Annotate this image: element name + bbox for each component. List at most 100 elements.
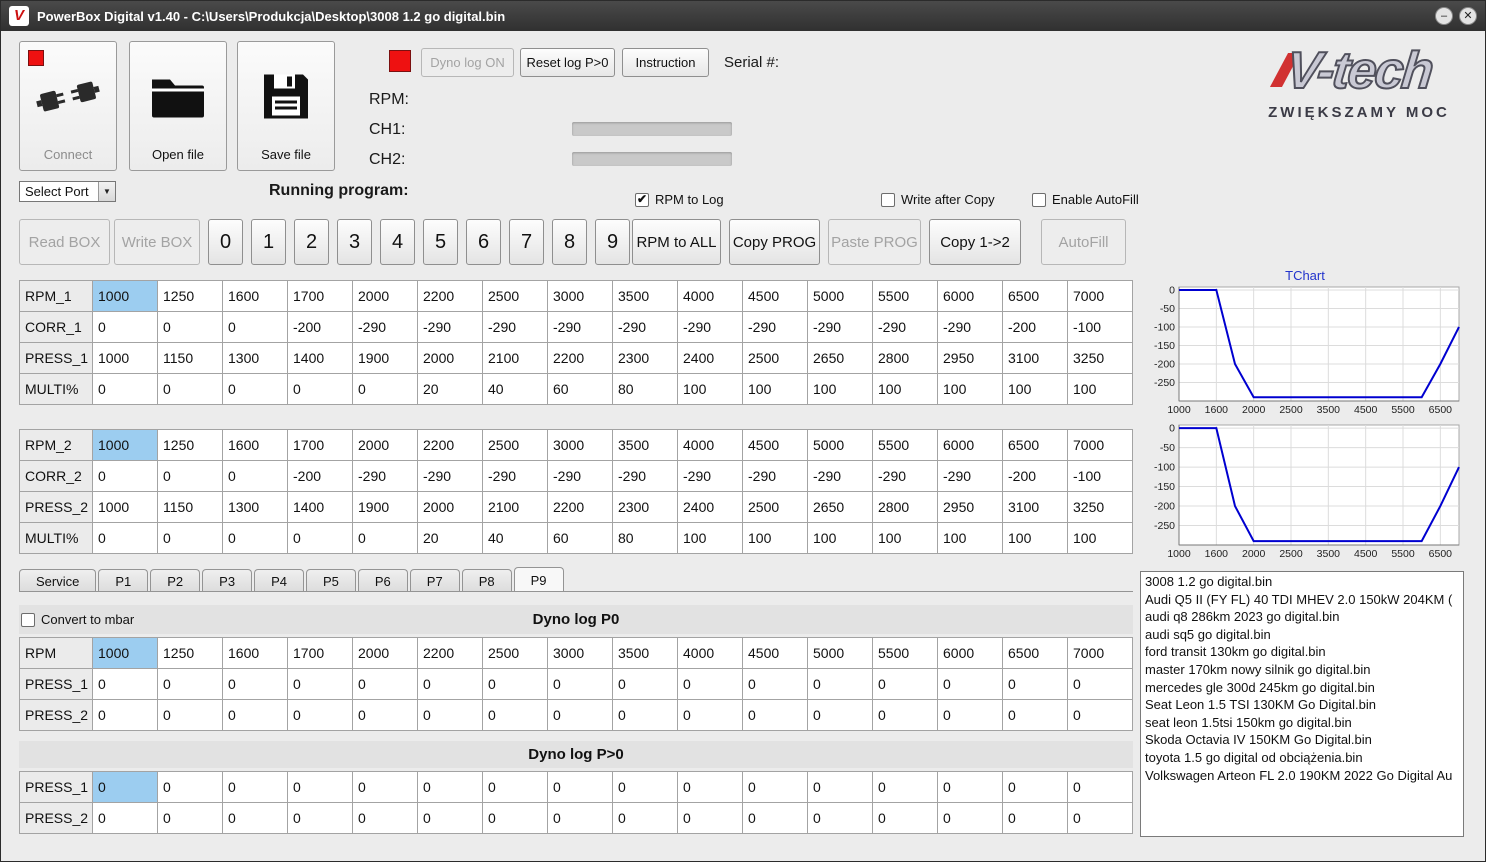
digit-button-6[interactable]: 6 — [466, 219, 501, 265]
table-cell[interactable]: 2200 — [417, 429, 483, 461]
table-cell[interactable]: 1000 — [92, 342, 158, 374]
table-cell[interactable]: 0 — [1002, 802, 1068, 834]
table-cell[interactable]: -290 — [677, 460, 743, 492]
table-cell[interactable]: 5500 — [872, 637, 938, 669]
table-cell[interactable]: 100 — [807, 373, 873, 405]
table-cell[interactable]: 2200 — [417, 637, 483, 669]
table-cell[interactable]: 0 — [222, 373, 288, 405]
table-cell[interactable]: 3500 — [612, 280, 678, 312]
table-cell[interactable]: 0 — [1002, 771, 1068, 803]
table-cell[interactable]: 2400 — [677, 491, 743, 523]
digit-button-5[interactable]: 5 — [423, 219, 458, 265]
tab-p4[interactable]: P4 — [254, 569, 304, 592]
table-cell[interactable]: -290 — [742, 311, 808, 343]
table-cell[interactable]: 3100 — [1002, 342, 1068, 374]
table-cell[interactable]: 6500 — [1002, 429, 1068, 461]
table-cell[interactable]: 0 — [157, 460, 223, 492]
table-cell[interactable]: 3100 — [1002, 491, 1068, 523]
table-cell[interactable]: 1000 — [92, 637, 158, 669]
file-list-item[interactable]: 3008 1.2 go digital.bin — [1141, 573, 1463, 591]
table-cell[interactable]: 0 — [1067, 802, 1133, 834]
enable-autofill-checkbox[interactable]: Enable AutoFill — [1032, 192, 1139, 207]
table-cell[interactable]: 0 — [222, 668, 288, 700]
table-cell[interactable]: 1000 — [92, 429, 158, 461]
table-cell[interactable]: 0 — [157, 771, 223, 803]
table-cell[interactable]: 0 — [742, 771, 808, 803]
table-cell[interactable]: -290 — [937, 311, 1003, 343]
table-cell[interactable]: -100 — [1067, 311, 1133, 343]
table-cell[interactable]: 100 — [1002, 373, 1068, 405]
table-cell[interactable]: 1400 — [287, 491, 353, 523]
file-list-item[interactable]: mercedes gle 300d 245km go digital.bin — [1141, 679, 1463, 697]
table-cell[interactable]: 0 — [222, 802, 288, 834]
digit-button-8[interactable]: 8 — [552, 219, 587, 265]
write-after-copy-checkbox[interactable]: Write after Copy — [881, 192, 995, 207]
copy-1-2-button[interactable]: Copy 1->2 — [929, 219, 1021, 265]
table-cell[interactable]: 0 — [417, 802, 483, 834]
table-cell[interactable]: -290 — [352, 460, 418, 492]
rpm-to-log-checkbox[interactable]: RPM to Log — [635, 192, 724, 207]
rpm-to-all-button[interactable]: RPM to ALL — [632, 219, 721, 265]
table-cell[interactable]: -200 — [1002, 460, 1068, 492]
convert-to-mbar-checkbox[interactable]: Convert to mbar — [21, 612, 134, 627]
table-cell[interactable]: 0 — [157, 522, 223, 554]
table-cell[interactable]: 1000 — [92, 491, 158, 523]
table-cell[interactable]: 0 — [92, 802, 158, 834]
tab-p5[interactable]: P5 — [305, 569, 356, 592]
tab-p9[interactable]: P9 — [513, 567, 564, 592]
table-cell[interactable]: 0 — [157, 668, 223, 700]
table-cell[interactable]: 20 — [417, 522, 483, 554]
table-cell[interactable]: 0 — [222, 771, 288, 803]
table-cell[interactable]: 0 — [742, 699, 808, 731]
table-cell[interactable]: 0 — [1067, 699, 1133, 731]
table-cell[interactable]: 100 — [872, 522, 938, 554]
open-file-button[interactable]: Open file — [129, 41, 227, 171]
table-cell[interactable]: 3500 — [612, 637, 678, 669]
table-cell[interactable]: 6500 — [1002, 637, 1068, 669]
table-cell[interactable]: 2300 — [612, 491, 678, 523]
table-cell[interactable]: 2300 — [612, 342, 678, 374]
instruction-button[interactable]: Instruction — [622, 48, 709, 77]
tab-p1[interactable]: P1 — [98, 569, 149, 592]
table-cell[interactable]: 2200 — [547, 491, 613, 523]
table-cell[interactable]: 80 — [612, 373, 678, 405]
table-cell[interactable]: 0 — [222, 460, 288, 492]
checkbox-icon[interactable] — [881, 192, 895, 207]
table-cell[interactable]: 0 — [677, 668, 743, 700]
table-cell[interactable]: 5000 — [807, 637, 873, 669]
table-cell[interactable]: 0 — [612, 699, 678, 731]
table-cell[interactable]: 0 — [1067, 771, 1133, 803]
table-cell[interactable]: 2100 — [482, 342, 548, 374]
table-cell[interactable]: 2800 — [872, 342, 938, 374]
table-cell[interactable]: 0 — [677, 802, 743, 834]
table-cell[interactable]: -200 — [287, 311, 353, 343]
table-cell[interactable]: 0 — [352, 522, 418, 554]
table-cell[interactable]: 4000 — [677, 280, 743, 312]
table-cell[interactable]: 3250 — [1067, 342, 1133, 374]
table-cell[interactable]: 6000 — [937, 429, 1003, 461]
table-cell[interactable]: 0 — [482, 802, 548, 834]
table-cell[interactable]: 0 — [872, 771, 938, 803]
table-cell[interactable]: 2650 — [807, 342, 873, 374]
digit-button-4[interactable]: 4 — [380, 219, 415, 265]
table-cell[interactable]: 2500 — [482, 429, 548, 461]
table-cell[interactable]: 0 — [742, 668, 808, 700]
table-cell[interactable]: 0 — [1002, 699, 1068, 731]
table-cell[interactable]: 0 — [937, 668, 1003, 700]
tab-p7[interactable]: P7 — [409, 569, 460, 592]
table-cell[interactable]: 2000 — [417, 491, 483, 523]
table-cell[interactable]: 0 — [92, 373, 158, 405]
table-cell[interactable]: 2950 — [937, 491, 1003, 523]
table-cell[interactable]: 0 — [547, 699, 613, 731]
table-cell[interactable]: 20 — [417, 373, 483, 405]
dyno-log-on-button[interactable]: Dyno log ON — [421, 48, 514, 77]
table-cell[interactable]: 1600 — [222, 637, 288, 669]
table-cell[interactable]: 1900 — [352, 342, 418, 374]
table-cell[interactable]: 0 — [417, 771, 483, 803]
table-cell[interactable]: 0 — [807, 699, 873, 731]
table-cell[interactable]: 6000 — [937, 637, 1003, 669]
table-cell[interactable]: 3000 — [547, 637, 613, 669]
table-cell[interactable]: 7000 — [1067, 637, 1133, 669]
table-cell[interactable]: 0 — [287, 802, 353, 834]
table-cell[interactable]: 0 — [937, 771, 1003, 803]
